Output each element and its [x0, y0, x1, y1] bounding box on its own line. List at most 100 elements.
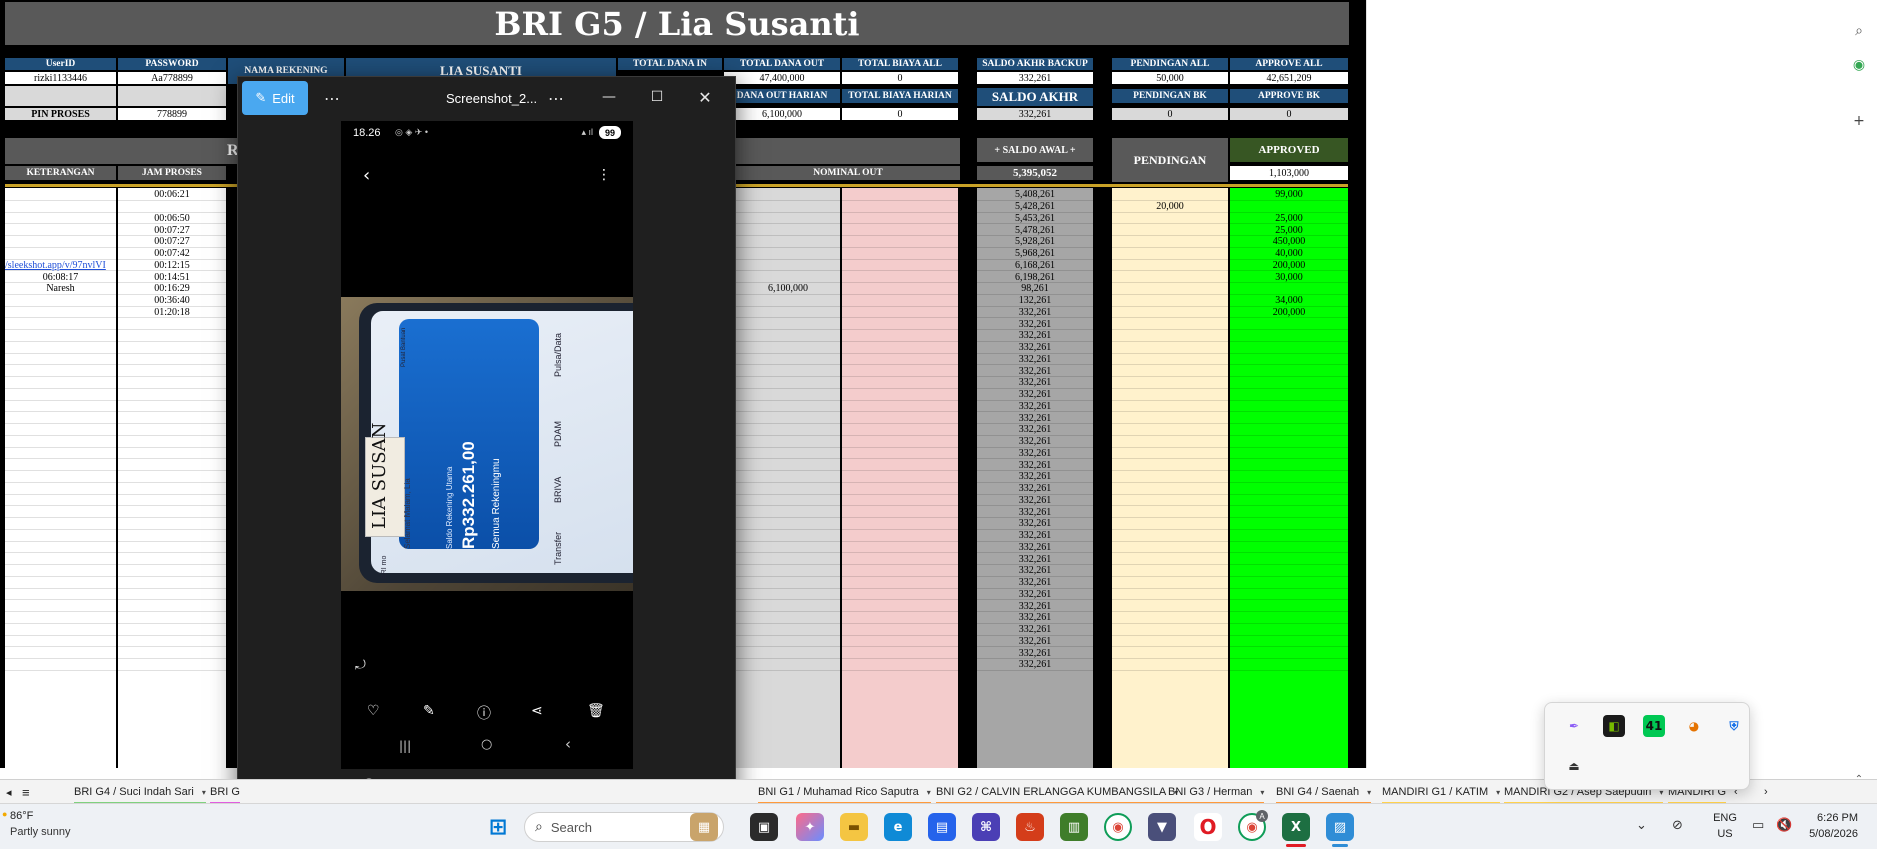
keterangan-cell[interactable] — [5, 189, 116, 201]
sheet-tab[interactable]: BNI G3 / Herman ▾ — [1168, 783, 1265, 804]
saldo-cell[interactable]: 332,261 — [977, 518, 1093, 530]
saldo-cell[interactable]: 332,261 — [977, 365, 1093, 377]
total-biaya-harian-value[interactable]: 0 — [842, 108, 958, 120]
saldo-cell[interactable]: 332,261 — [977, 659, 1093, 671]
jam-proses-cell[interactable]: 00:16:29 — [118, 283, 226, 295]
wifi-off-icon[interactable]: ⊘ — [1672, 818, 1683, 833]
app-tray-icon[interactable]: ◕ — [1683, 715, 1705, 737]
start-icon[interactable]: ⊞ — [484, 813, 512, 841]
pendingan-all-value[interactable]: 50,000 — [1112, 72, 1228, 84]
app-icon-inbox[interactable]: ▼ — [1148, 813, 1176, 841]
approved-cell[interactable]: 450,000 — [1230, 236, 1348, 248]
nominal-out-cell[interactable] — [736, 213, 840, 225]
jam-proses-cell[interactable]: 00:06:21 — [118, 189, 226, 201]
saldo-akhr-backup-value[interactable]: 332,261 — [977, 72, 1093, 84]
saldo-cell[interactable]: 332,261 — [977, 483, 1093, 495]
blank-cell[interactable] — [118, 86, 226, 106]
approved-cell[interactable]: 200,000 — [1230, 307, 1348, 319]
minimize-button[interactable]: — — [594, 83, 624, 111]
keterangan-cell[interactable] — [5, 295, 116, 307]
edit-button[interactable]: ✎ Edit — [242, 81, 308, 115]
jam-proses-cell[interactable] — [118, 201, 226, 213]
saldo-cell[interactable]: 5,968,261 — [977, 248, 1093, 260]
keterangan-cell[interactable] — [5, 236, 116, 248]
sheet-tab[interactable]: BNI G2 / CALVIN ERLANGGA KUMBANGSILA ▾ — [936, 783, 1179, 804]
tab-dropdown-icon[interactable]: ▾ — [927, 788, 931, 797]
total-dana-out-value[interactable]: 47,400,000 — [724, 72, 840, 84]
saldo-cell[interactable]: 6,168,261 — [977, 260, 1093, 272]
pending-cell[interactable] — [1112, 283, 1228, 295]
jam-proses-cell[interactable]: 00:06:50 — [118, 213, 226, 225]
tab-dropdown-icon[interactable]: ▾ — [1260, 788, 1264, 797]
keterangan-cell[interactable]: 06:08:17 — [5, 271, 116, 283]
pending-cell[interactable] — [1112, 307, 1228, 319]
store-icon[interactable]: ▤ — [928, 813, 956, 841]
saldo-cell[interactable]: 6,198,261 — [977, 271, 1093, 283]
pending-cell[interactable] — [1112, 189, 1228, 201]
pin-value[interactable]: 778899 — [118, 108, 226, 120]
all-sheets-icon[interactable]: ≡ — [22, 783, 30, 801]
tray-chevron-icon[interactable]: ⌄ — [1636, 818, 1647, 833]
sheet-tab[interactable]: BNI G4 / Saenah ▾ — [1276, 783, 1372, 804]
approved-cell[interactable]: 200,000 — [1230, 260, 1348, 272]
nominal-out-cell[interactable] — [736, 295, 840, 307]
saldo-cell[interactable]: 332,261 — [977, 624, 1093, 636]
saldo-cell[interactable]: 332,261 — [977, 530, 1093, 542]
saldo-cell[interactable]: 332,261 — [977, 354, 1093, 366]
saldo-cell[interactable]: 332,261 — [977, 495, 1093, 507]
chrome-icon[interactable]: ◉ — [1104, 813, 1132, 841]
pending-cell[interactable] — [1112, 248, 1228, 260]
saldo-akhr-value[interactable]: 332,261 — [977, 108, 1093, 120]
nominal-out-cell[interactable] — [736, 189, 840, 201]
saldo-cell[interactable]: 332,261 — [977, 412, 1093, 424]
approved-cell[interactable]: 25,000 — [1230, 224, 1348, 236]
saldo-cell[interactable]: 5,453,261 — [977, 213, 1093, 225]
saldo-cell[interactable]: 332,261 — [977, 636, 1093, 648]
app-icon-purple[interactable]: ⌘ — [972, 813, 1000, 841]
keterangan-cell[interactable] — [5, 248, 116, 260]
display-icon[interactable]: ▭ — [1752, 818, 1764, 833]
saldo-cell[interactable]: 332,261 — [977, 471, 1093, 483]
approved-cell[interactable] — [1230, 201, 1348, 213]
approved-cell[interactable]: 30,000 — [1230, 271, 1348, 283]
pending-cell[interactable] — [1112, 224, 1228, 236]
nominal-out-cell[interactable]: 6,100,000 — [736, 283, 840, 295]
tabs-scroll-left[interactable]: ◂ — [6, 783, 12, 801]
saldo-cell[interactable]: 332,261 — [977, 647, 1093, 659]
file-explorer-icon[interactable]: ▬ — [840, 813, 868, 841]
keterangan-cell[interactable]: /sleekshot.app/v/97nvlVI — [5, 260, 116, 272]
sheet-tab[interactable]: BNI G1 / Muhamad Rico Saputra ▾ — [758, 783, 931, 804]
saldo-cell[interactable]: 332,261 — [977, 600, 1093, 612]
pending-cell[interactable] — [1112, 295, 1228, 307]
plus-icon[interactable]: + — [1850, 112, 1868, 130]
language-bottom[interactable]: US — [1708, 828, 1742, 840]
usb-tray-icon[interactable]: ⏏ — [1563, 755, 1585, 777]
pending-cell[interactable] — [1112, 260, 1228, 272]
photos-icon[interactable]: ▨ — [1326, 813, 1354, 841]
nominal-out-cell[interactable] — [736, 248, 840, 260]
close-button[interactable]: ✕ — [690, 83, 720, 111]
sheet-tab[interactable]: MANDIRI G1 / KATIM ▾ — [1382, 783, 1501, 804]
saldo-cell[interactable]: 332,261 — [977, 330, 1093, 342]
sheet-tab[interactable]: BRI G4 / Suci Indah Sari ▾ — [74, 783, 206, 804]
tabs-scroll-next[interactable]: › — [1764, 783, 1768, 801]
jam-proses-cell[interactable]: 00:14:51 — [118, 271, 226, 283]
opera-icon[interactable]: O — [1194, 813, 1222, 841]
saldo-cell[interactable]: 332,261 — [977, 589, 1093, 601]
saldo-cell[interactable]: 332,261 — [977, 553, 1093, 565]
keterangan-cell[interactable] — [5, 224, 116, 236]
tab-dropdown-icon[interactable]: ▾ — [202, 788, 206, 797]
saldo-cell[interactable]: 332,261 — [977, 506, 1093, 518]
saldo-cell[interactable]: 332,261 — [977, 342, 1093, 354]
more-options-icon[interactable]: ⋯ — [318, 85, 346, 111]
excel-icon[interactable]: X — [1282, 813, 1310, 841]
approved-cell[interactable]: 99,000 — [1230, 189, 1348, 201]
keterangan-cell[interactable] — [5, 213, 116, 225]
saldo-cell[interactable]: 332,261 — [977, 389, 1093, 401]
jam-proses-cell[interactable]: 00:07:27 — [118, 224, 226, 236]
blank-cell[interactable] — [5, 86, 116, 106]
saldo-cell[interactable]: 5,928,261 — [977, 236, 1093, 248]
jam-proses-cell[interactable]: 00:36:40 — [118, 295, 226, 307]
search-icon[interactable]: ⌕ — [1850, 22, 1868, 40]
pink-column[interactable] — [842, 188, 958, 768]
